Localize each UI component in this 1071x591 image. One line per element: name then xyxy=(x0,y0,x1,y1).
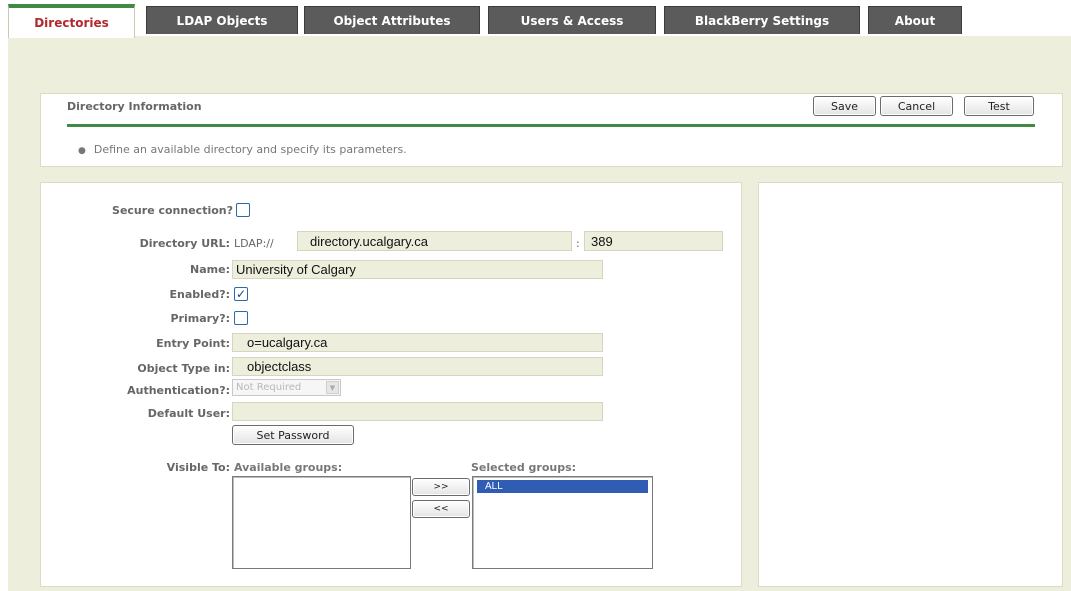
bullet-icon: ● xyxy=(78,146,86,156)
selected-groups-list[interactable]: ALL xyxy=(472,476,653,569)
available-groups-list[interactable] xyxy=(232,476,411,569)
authentication-label: Authentication?: xyxy=(127,384,230,397)
enabled-checkbox[interactable]: ✓ xyxy=(234,287,248,301)
primary-label: Primary?: xyxy=(170,312,230,325)
selected-groups-label: Selected groups: xyxy=(471,461,577,474)
section-title: Directory Information xyxy=(67,100,202,113)
entry-point-field[interactable]: o=ucalgary.ca xyxy=(232,333,603,352)
directory-url-field[interactable]: directory.ucalgary.ca xyxy=(297,231,572,251)
authentication-value: Not Required xyxy=(236,382,302,393)
remove-group-button[interactable]: << xyxy=(412,500,470,518)
available-groups-label: Available groups: xyxy=(234,461,343,474)
add-group-button[interactable]: >> xyxy=(412,478,470,496)
directory-url-label: Directory URL: xyxy=(139,237,230,250)
directory-port-field[interactable]: 389 xyxy=(584,231,723,251)
list-item[interactable]: ALL xyxy=(477,480,648,493)
default-user-field[interactable] xyxy=(232,402,603,421)
entry-point-label: Entry Point: xyxy=(156,337,230,350)
tab-ldap-objects[interactable]: LDAP Objects xyxy=(146,6,298,34)
secure-connection-label: Secure connection? xyxy=(112,204,233,217)
visible-to-label: Visible To: xyxy=(166,461,230,474)
save-button[interactable]: Save xyxy=(813,96,876,116)
enabled-label: Enabled?: xyxy=(169,288,230,301)
tab-about[interactable]: About xyxy=(868,6,962,34)
default-user-label: Default User: xyxy=(147,407,230,420)
object-type-field[interactable]: objectclass xyxy=(232,357,603,376)
set-password-button[interactable]: Set Password xyxy=(232,425,354,445)
tab-directories[interactable]: Directories xyxy=(8,4,135,38)
authentication-select: Not Required ▼ xyxy=(232,379,341,396)
object-type-label: Object Type in: xyxy=(137,362,230,375)
tab-blackberry-settings[interactable]: BlackBerry Settings xyxy=(664,6,860,34)
check-icon: ✓ xyxy=(235,287,247,301)
side-panel xyxy=(758,182,1063,587)
hint-label: Define an available directory and specif… xyxy=(93,143,407,156)
name-field[interactable]: University of Calgary xyxy=(232,260,603,279)
hint-text: ● Define an available directory and speci… xyxy=(78,143,407,156)
cancel-button[interactable]: Cancel xyxy=(880,96,953,116)
secure-connection-checkbox[interactable] xyxy=(236,203,250,217)
url-prefix: LDAP:// xyxy=(234,237,274,250)
url-port-separator: : xyxy=(576,237,580,250)
test-button[interactable]: Test xyxy=(964,96,1034,116)
primary-checkbox[interactable] xyxy=(234,311,248,325)
header-divider xyxy=(67,124,1035,127)
tab-bar: Directories LDAP Objects Object Attribut… xyxy=(0,0,1071,40)
tab-object-attributes[interactable]: Object Attributes xyxy=(304,6,480,34)
tab-users-access[interactable]: Users & Access xyxy=(488,6,656,34)
name-label: Name: xyxy=(190,263,230,276)
chevron-down-icon: ▼ xyxy=(326,381,339,394)
